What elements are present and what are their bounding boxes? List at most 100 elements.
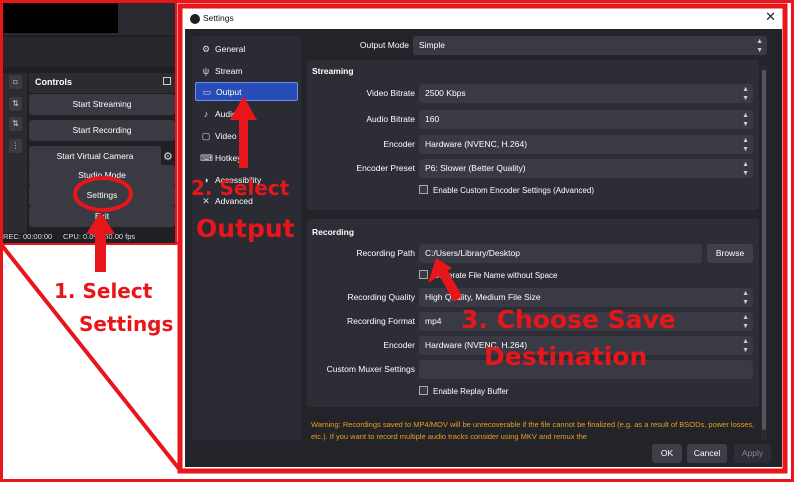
custom-encoder-label: Enable Custom Encoder Settings (Advanced…	[433, 186, 594, 195]
start-virtual-camera-button[interactable]: Start Virtual Camera	[29, 146, 161, 167]
encoder-label: Encoder	[383, 139, 415, 149]
video-bitrate-label: Video Bitrate	[366, 88, 415, 98]
step1-line2: Settings	[79, 312, 174, 336]
custom-encoder-checkbox[interactable]: Enable Custom Encoder Settings (Advanced…	[419, 185, 594, 196]
encoder-preset-label: Encoder Preset	[356, 163, 415, 173]
sidebar-item-label: Video	[215, 131, 237, 141]
start-streaming-button[interactable]: Start Streaming	[29, 94, 175, 115]
spin-arrows-icon: ▲ ▼	[742, 290, 749, 306]
preview-area	[3, 3, 175, 35]
recording-encoder-label: Encoder	[383, 340, 415, 350]
dock-scroll-button[interactable]: ⇅	[9, 117, 22, 131]
apply-button[interactable]: Apply	[734, 444, 771, 463]
sidebar-item-label: Output	[216, 87, 242, 97]
dock-menu-icon[interactable]: ⋮	[9, 139, 22, 153]
mp4-warning-text: Warning: Recordings saved to MP4/MOV wil…	[311, 420, 755, 441]
step3-line2: Destination	[484, 342, 648, 371]
obs-controls-panel: ▫ ⇅ ⇅ ⋮ Controls Start Streaming Start R…	[3, 3, 175, 243]
output-mode-value: Simple	[419, 40, 445, 50]
browse-button[interactable]: Browse	[707, 244, 753, 263]
keyboard-icon: ⌨	[200, 153, 213, 163]
streaming-section: Streaming Video Bitrate 2500 Kbps ▲ ▼ Audi…	[307, 60, 759, 210]
close-icon[interactable]: ✕	[765, 10, 776, 25]
step2-line1: 2. Select	[191, 176, 290, 200]
checkbox-icon[interactable]	[419, 185, 428, 194]
step2-line2: Output	[196, 214, 295, 243]
start-recording-button[interactable]: Start Recording	[29, 120, 175, 141]
settings-button[interactable]: Settings	[29, 185, 175, 206]
speaker-icon: ♪	[203, 109, 209, 119]
step1-line1: 1. Select	[54, 279, 153, 303]
sidebar-item-output[interactable]: ▭ Output	[195, 82, 298, 101]
sidebar-item-label: Stream	[215, 66, 243, 76]
spin-arrows-icon: ▲ ▼	[742, 338, 749, 354]
output-mode-label: Output Mode	[359, 40, 409, 50]
recording-path-input[interactable]: C:/Users/Library/Desktop	[419, 244, 702, 263]
spin-arrows-icon: ▲ ▼	[756, 38, 763, 54]
controls-header: Controls	[29, 73, 175, 93]
encoder-preset-select[interactable]: P6: Slower (Better Quality) ▲ ▼	[419, 159, 753, 178]
recording-quality-value: High Quality, Medium File Size	[425, 292, 541, 302]
controls-title: Controls	[35, 77, 72, 87]
sidebar-item-label: Hotkeys	[215, 153, 246, 163]
recording-title: Recording	[312, 227, 355, 237]
audio-bitrate-value: 160	[425, 114, 440, 124]
studio-mode-button[interactable]: Studio Mode	[29, 165, 175, 186]
encoder-preset-value: P6: Slower (Better Quality)	[425, 163, 526, 173]
recording-quality-label: Recording Quality	[347, 292, 415, 302]
replay-buffer-checkbox[interactable]: Enable Replay Buffer	[419, 386, 508, 397]
spin-arrows-icon: ▲ ▼	[742, 314, 749, 330]
recording-path-label: Recording Path	[356, 248, 415, 258]
muxer-settings-label: Custom Muxer Settings	[326, 364, 415, 374]
gear-icon: ⚙	[201, 44, 211, 54]
dock-strip	[3, 37, 175, 67]
sidebar-item-label: Audio	[215, 109, 237, 119]
spin-arrows-icon: ▲ ▼	[742, 112, 749, 128]
tutorial-screenshot: ▫ ⇅ ⇅ ⋮ Controls Start Streaming Start R…	[0, 0, 794, 482]
recording-format-label: Recording Format	[346, 316, 415, 326]
monitor-icon: ▢	[201, 131, 211, 141]
scene-dock-edge: ▫ ⇅ ⇅ ⋮	[3, 73, 27, 233]
ok-button[interactable]: OK	[652, 444, 682, 463]
sidebar-item-video[interactable]: ▢ Video	[195, 127, 298, 146]
obs-logo-icon	[190, 14, 200, 24]
no-space-label: Generate File Name without Space	[433, 271, 558, 280]
checkbox-icon[interactable]	[419, 386, 428, 395]
spin-arrows-icon: ▲ ▼	[742, 137, 749, 153]
replay-buffer-label: Enable Replay Buffer	[433, 387, 509, 396]
dock-restore-icon[interactable]	[163, 77, 171, 85]
sidebar-item-general[interactable]: ⚙ General	[195, 40, 298, 59]
step3-line1: 3. Choose Save	[461, 305, 676, 334]
audio-bitrate-select[interactable]: 160 ▲ ▼	[419, 110, 753, 129]
stream-encoder-value: Hardware (NVENC, H.264)	[425, 139, 528, 149]
title-bar: Settings ✕	[185, 9, 782, 29]
no-space-checkbox[interactable]: Generate File Name without Space	[419, 270, 558, 281]
stream-encoder-select[interactable]: Hardware (NVENC, H.264) ▲ ▼	[419, 135, 753, 154]
sidebar-item-hotkeys[interactable]: ⌨ Hotkeys	[195, 149, 298, 168]
checkbox-icon[interactable]	[419, 270, 428, 279]
content-scrollbar[interactable]	[761, 66, 767, 440]
preview-canvas	[3, 3, 118, 33]
streaming-title: Streaming	[312, 66, 354, 76]
gear-icon[interactable]: ⚙	[163, 146, 175, 167]
output-settings-panel: Output Mode Simple ▲ ▼ Streaming Video Bit…	[307, 36, 767, 446]
output-mode-select[interactable]: Simple ▲ ▼	[413, 36, 767, 55]
dock-mini-button[interactable]: ▫	[9, 75, 22, 89]
sidebar-item-stream[interactable]: ψ Stream	[195, 62, 298, 81]
window-title: Settings	[203, 13, 234, 23]
cancel-button[interactable]: Cancel	[687, 444, 727, 463]
scrollbar-thumb[interactable]	[762, 70, 766, 430]
video-bitrate-input[interactable]: 2500 Kbps ▲ ▼	[419, 84, 753, 103]
dock-scroll-button[interactable]: ⇅	[9, 97, 22, 111]
spin-arrows-icon: ▲ ▼	[742, 161, 749, 177]
exit-button[interactable]: Exit	[29, 206, 175, 227]
output-icon: ▭	[202, 87, 212, 97]
sidebar-item-label: General	[215, 44, 246, 54]
cpu-fps: CPU: 0.0%, 60.00 fps	[63, 232, 136, 241]
dialog-button-bar: OK Cancel Apply	[185, 442, 782, 467]
rec-timer: REC: 00:00:00	[3, 232, 53, 241]
sidebar-item-audio[interactable]: ♪ Audio	[195, 105, 298, 124]
video-bitrate-value: 2500 Kbps	[425, 88, 466, 98]
status-bar: REC: 00:00:00 CPU: 0.0%, 60.00 fps	[3, 231, 175, 243]
audio-bitrate-label: Audio Bitrate	[366, 114, 415, 124]
